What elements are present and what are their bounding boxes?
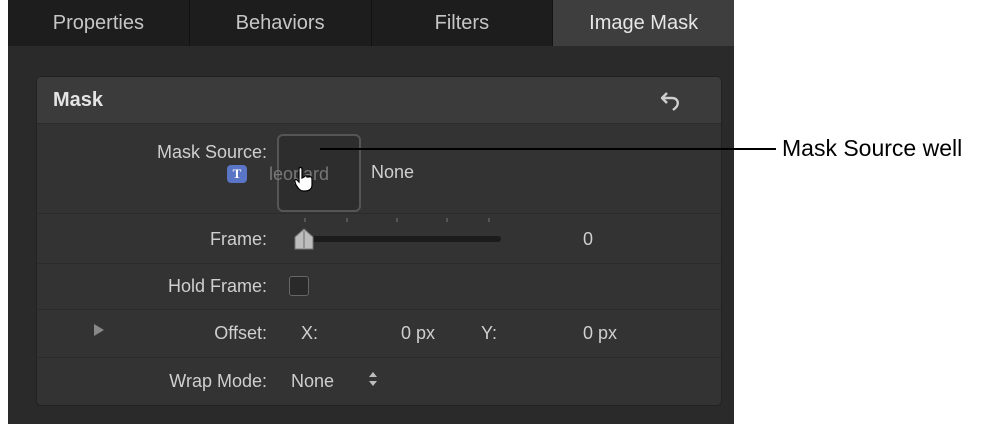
offset-x-label: X: xyxy=(301,323,319,343)
hold-frame-checkbox[interactable] xyxy=(289,276,309,296)
frame-value[interactable]: 0 xyxy=(583,229,593,250)
drag-cursor-icon xyxy=(294,166,313,192)
offset-row: Offset: X: 0 px Y: 0 px xyxy=(37,309,721,358)
tab-filters[interactable]: Filters xyxy=(372,0,554,46)
inspector-tab-bar: Properties Behaviors Filters Image Mask xyxy=(8,0,734,46)
wrap-mode-row: Wrap Mode: None xyxy=(37,357,721,405)
frame-slider-track[interactable] xyxy=(295,236,501,242)
offset-label: Offset: xyxy=(214,323,267,343)
inspector-window: Properties Behaviors Filters Image Mask … xyxy=(8,0,734,424)
mask-panel: Mask Mask Source: None T leopard Frame: xyxy=(36,76,722,406)
callout-label: Mask Source well xyxy=(782,135,963,161)
tab-image-mask[interactable]: Image Mask xyxy=(553,0,734,46)
tab-behaviors[interactable]: Behaviors xyxy=(190,0,372,46)
frame-row: Frame: 0 xyxy=(37,213,721,264)
callout-line xyxy=(320,148,776,150)
popup-stepper-icon[interactable] xyxy=(367,368,379,390)
text-layer-icon: T xyxy=(227,165,247,183)
mask-source-row: Mask Source: None T leopard xyxy=(37,123,721,214)
hold-frame-label: Hold Frame: xyxy=(167,276,267,296)
mask-panel-header[interactable]: Mask xyxy=(37,77,721,124)
frame-slider-knob[interactable] xyxy=(293,228,315,250)
offset-y-value[interactable]: 0 px xyxy=(583,323,617,344)
wrap-mode-label: Wrap Mode: xyxy=(169,371,267,391)
reset-arrow-icon[interactable] xyxy=(659,89,683,113)
tab-properties[interactable]: Properties xyxy=(8,0,190,46)
offset-y-label: Y: xyxy=(481,323,498,343)
panel-title: Mask xyxy=(53,89,104,111)
wrap-mode-value[interactable]: None xyxy=(291,371,334,392)
mask-source-label: Mask Source: xyxy=(156,142,267,162)
mask-source-value: None xyxy=(371,162,415,182)
offset-x-value[interactable]: 0 px xyxy=(401,323,435,344)
hold-frame-row: Hold Frame: xyxy=(37,263,721,310)
